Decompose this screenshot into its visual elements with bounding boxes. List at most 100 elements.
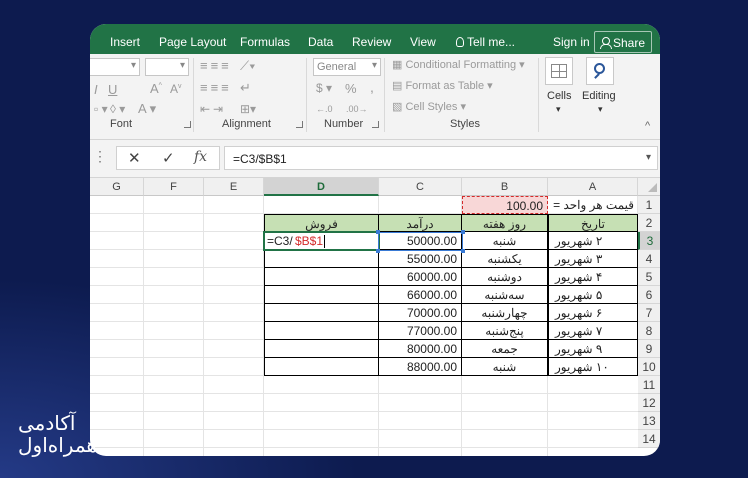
row-header-14[interactable]: 14 — [638, 430, 660, 448]
horizontal-align-icons[interactable]: ≡≡≡ — [200, 80, 232, 95]
tab-formulas[interactable]: Formulas — [240, 35, 290, 49]
column-header-a[interactable]: A — [548, 178, 638, 196]
cell-day[interactable]: پنج‌شنبه — [462, 322, 548, 340]
column-header-b[interactable]: B — [462, 178, 548, 196]
cell-a1[interactable]: قیمت هر واحد = — [548, 196, 638, 214]
worksheet-grid[interactable]: G F E D C B A 1 2 3 4 5 6 7 8 9 10 11 12… — [90, 178, 660, 456]
cell-date[interactable]: ۴ شهریور — [548, 268, 638, 286]
cell-date[interactable]: ۱۰ شهریور — [548, 358, 638, 376]
cell-date[interactable]: ۳ شهریور — [548, 250, 638, 268]
cell-date[interactable]: ۶ شهریور — [548, 304, 638, 322]
expand-formula-bar-icon[interactable]: ▾ — [646, 152, 651, 163]
orientation-icon[interactable]: ⟋▾ — [240, 58, 255, 74]
row-header-2[interactable]: 2 — [638, 214, 660, 232]
format-as-table-button[interactable]: ▤ Format as Table ▾ — [392, 79, 493, 92]
cell-income[interactable]: 88000.00 — [379, 358, 462, 376]
row-header-1[interactable]: 1 — [638, 196, 660, 214]
cell-sales[interactable] — [264, 322, 379, 340]
active-cell-d3[interactable]: =C3/ $B$1 — [263, 231, 380, 251]
sign-in-link[interactable]: Sign in — [553, 35, 590, 49]
cell-sales[interactable] — [264, 340, 379, 358]
cell-date[interactable]: ۲ شهریور — [548, 232, 638, 250]
cell-day[interactable]: شنبه — [462, 358, 548, 376]
percent-icon[interactable]: % — [345, 81, 357, 96]
cell-day[interactable]: دوشنبه — [462, 268, 548, 286]
row-header-13[interactable]: 13 — [638, 412, 660, 430]
increase-decimal-icon[interactable]: ←.0 — [316, 104, 333, 114]
comma-icon[interactable]: , — [370, 79, 374, 95]
search-icon[interactable] — [586, 57, 614, 85]
tell-me-box[interactable]: Tell me... — [456, 35, 515, 49]
cell-day[interactable]: چهارشنبه — [462, 304, 548, 322]
cell-sales[interactable] — [264, 250, 379, 268]
cell-income[interactable]: 80000.00 — [379, 340, 462, 358]
cell-date[interactable]: ۵ شهریور — [548, 286, 638, 304]
row-header-12[interactable]: 12 — [638, 394, 660, 412]
row-header-10[interactable]: 10 — [638, 358, 660, 376]
shrink-font-icon[interactable]: Av — [170, 82, 182, 96]
column-header-g[interactable]: G — [90, 178, 144, 196]
share-button[interactable]: Share — [594, 31, 652, 53]
cell-income[interactable]: 77000.00 — [379, 322, 462, 340]
cell-sales[interactable] — [264, 286, 379, 304]
cell-day[interactable]: سه‌شنبه — [462, 286, 548, 304]
drag-handle-icon[interactable]: ⋮ — [93, 148, 107, 165]
row-header-11[interactable]: 11 — [638, 376, 660, 394]
cell-b2-header[interactable]: روز هفته — [462, 214, 548, 232]
decrease-decimal-icon[interactable]: .00→ — [346, 104, 368, 114]
italic-icon[interactable]: I — [94, 82, 98, 97]
wrap-text-icon[interactable]: ↵ — [240, 80, 251, 96]
cell-income[interactable]: 70000.00 — [379, 304, 462, 322]
row-header-7[interactable]: 7 — [638, 304, 660, 322]
cell-date[interactable]: ۹ شهریور — [548, 340, 638, 358]
collapse-ribbon-icon[interactable]: ^ — [645, 120, 650, 132]
cells-icon[interactable] — [545, 57, 573, 85]
cell-sales[interactable] — [264, 304, 379, 322]
cell-date[interactable]: ۷ شهریور — [548, 322, 638, 340]
tab-review[interactable]: Review — [352, 35, 391, 49]
conditional-formatting-button[interactable]: ▦ Conditional Formatting ▾ — [392, 58, 525, 71]
cell-day[interactable]: جمعه — [462, 340, 548, 358]
grow-font-icon[interactable]: A^ — [150, 81, 162, 96]
cell-day[interactable]: شنبه — [462, 232, 548, 250]
merge-icon[interactable]: ⊞▾ — [240, 102, 256, 116]
border-icon[interactable]: ▫ ▾ — [94, 102, 108, 116]
row-header-9[interactable]: 9 — [638, 340, 660, 358]
top-align-icons[interactable]: ≡≡≡ — [200, 58, 232, 73]
alignment-launcher-icon[interactable] — [296, 121, 303, 128]
enter-icon[interactable]: ✓ — [162, 149, 175, 167]
select-all-corner[interactable] — [638, 178, 660, 196]
row-header-3[interactable]: 3 — [638, 232, 660, 250]
tab-data[interactable]: Data — [308, 35, 333, 49]
tab-insert[interactable]: Insert — [110, 35, 140, 49]
formula-input[interactable]: =C3/$B$1 — [224, 146, 658, 170]
row-header-8[interactable]: 8 — [638, 322, 660, 340]
editing-button[interactable]: Editing — [582, 90, 616, 102]
cell-sales[interactable] — [264, 268, 379, 286]
editing-dropdown-icon[interactable]: ▾ — [598, 104, 603, 115]
cell-d2-header[interactable]: فروش — [264, 214, 379, 232]
cell-income[interactable]: 55000.00 — [379, 250, 462, 268]
cancel-icon[interactable]: ✕ — [128, 149, 141, 167]
cell-income[interactable]: 66000.00 — [379, 286, 462, 304]
tab-page-layout[interactable]: Page Layout — [159, 35, 226, 49]
cell-styles-button[interactable]: ▧ Cell Styles ▾ — [392, 100, 466, 113]
font-name-combo[interactable] — [90, 58, 140, 76]
row-header-5[interactable]: 5 — [638, 268, 660, 286]
row-header-4[interactable]: 4 — [638, 250, 660, 268]
number-launcher-icon[interactable] — [372, 121, 379, 128]
cell-day[interactable]: یکشنبه — [462, 250, 548, 268]
underline-icon[interactable]: U — [108, 82, 117, 97]
tab-view[interactable]: View — [410, 35, 436, 49]
font-size-combo[interactable] — [145, 58, 189, 76]
indent-icons[interactable]: ⇤⇥ — [200, 102, 226, 116]
cell-c2-header[interactable]: درآمد — [379, 214, 462, 232]
cell-sales[interactable] — [264, 358, 379, 376]
insert-function-icon[interactable]: fx — [194, 149, 207, 165]
cells-dropdown-icon[interactable]: ▾ — [556, 104, 561, 115]
column-header-c[interactable]: C — [379, 178, 462, 196]
cell-a2-header[interactable]: تاریخ — [548, 214, 638, 232]
column-header-e[interactable]: E — [204, 178, 264, 196]
currency-icon[interactable]: $ ▾ — [316, 81, 332, 95]
column-header-f[interactable]: F — [144, 178, 204, 196]
